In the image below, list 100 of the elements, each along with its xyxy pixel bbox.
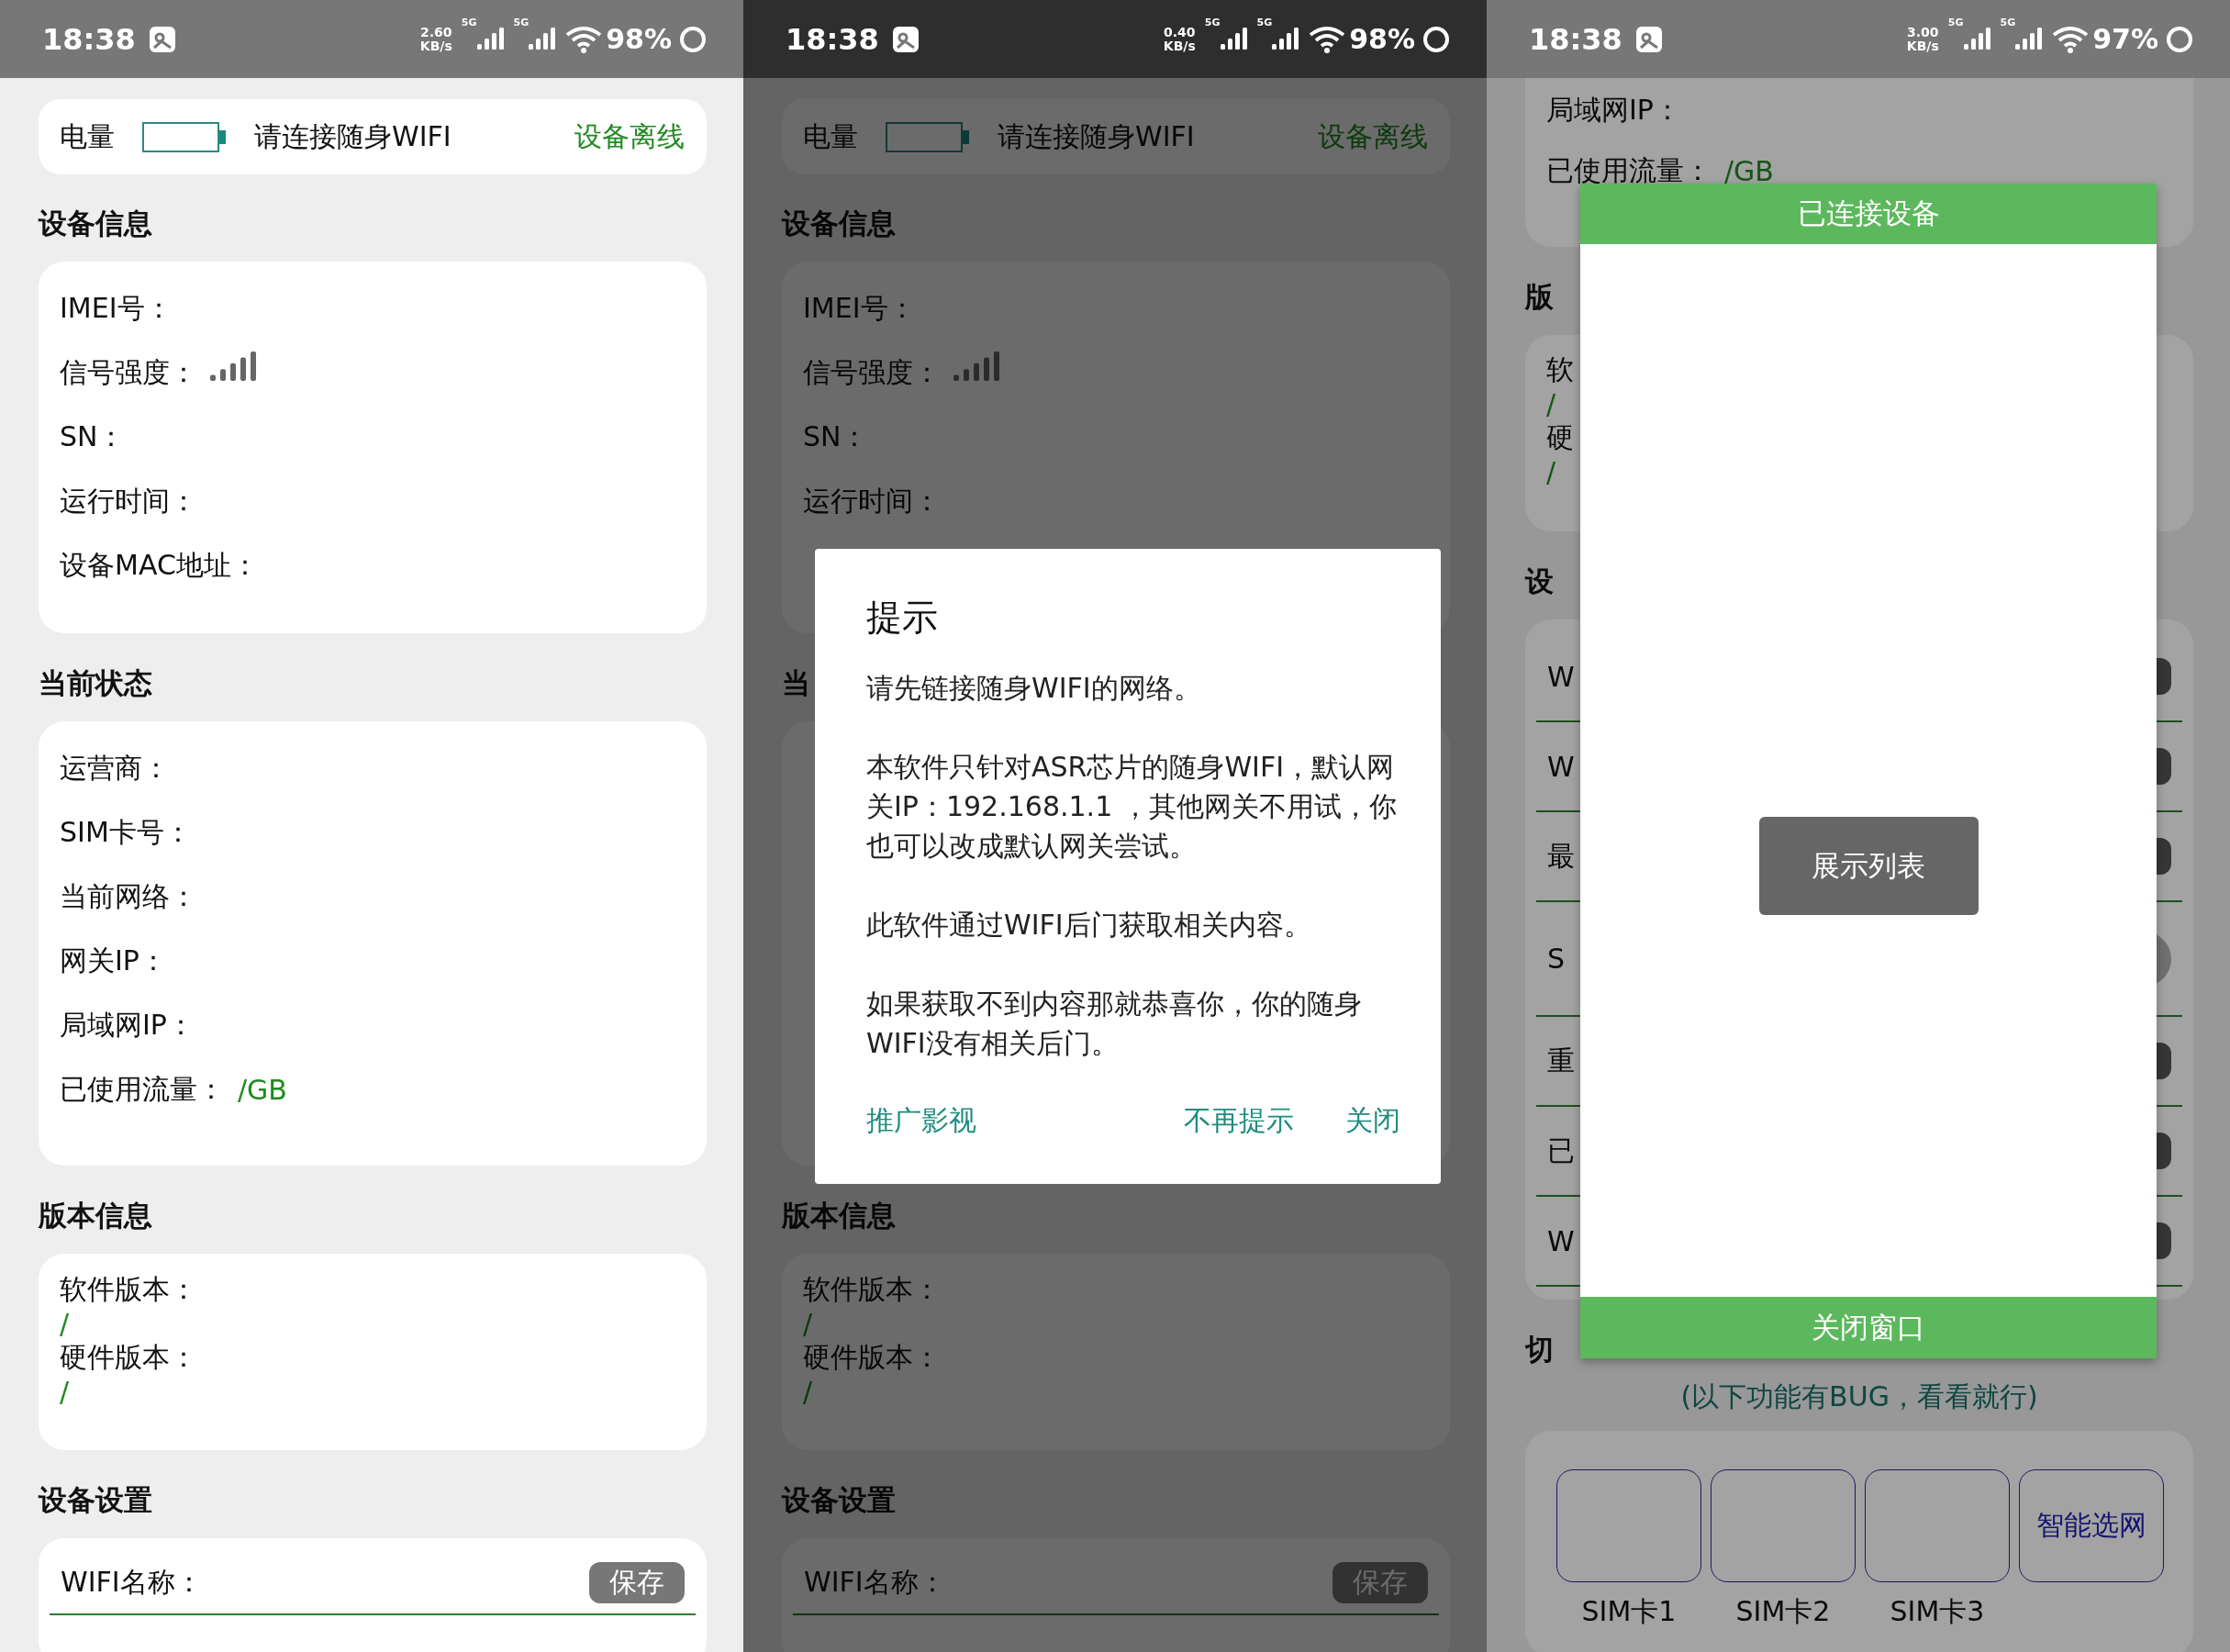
connect-message: 请连接随身WIFI — [254, 118, 452, 154]
field-label: 已 — [1547, 1133, 1575, 1168]
field-label: 已使用流量： — [60, 1071, 225, 1107]
field-label: 软 — [1546, 352, 1574, 387]
field-value: / — [803, 1308, 813, 1340]
field-value: / — [60, 1308, 70, 1340]
gallery-icon — [891, 25, 920, 53]
field-value: / — [1546, 456, 1556, 488]
network-speed: 0.40 KB/s — [1163, 25, 1196, 53]
sim-slot-button[interactable] — [1556, 1469, 1701, 1582]
section-title: 版 — [1525, 279, 1554, 315]
field-label: 设备MAC地址： — [60, 547, 259, 583]
network-speed: 2.60 KB/s — [419, 25, 452, 53]
battery-icon — [142, 121, 227, 152]
sim-label: SIM卡1 — [1581, 1594, 1677, 1629]
network-type: 5G — [1947, 17, 1964, 28]
field-label: SN： — [60, 419, 126, 454]
field-label: WIFI名称： — [804, 1564, 946, 1600]
close-window-button[interactable]: 关闭窗口 — [1580, 1297, 2157, 1358]
section-title: 当前状态 — [39, 665, 152, 701]
section-title: 版本信息 — [782, 1198, 896, 1233]
field-label: 运行时间： — [60, 483, 197, 519]
ring-icon — [1422, 25, 1450, 53]
status-time: 18:38 — [786, 21, 879, 57]
field-label: 硬 — [1546, 420, 1574, 455]
field-label: S — [1547, 943, 1566, 975]
dialog-text: 如果获取不到内容那就恭喜你，你的随身WIFI没有相关后门。 — [866, 987, 1363, 1061]
show-list-button[interactable]: 展示列表 — [1758, 817, 1979, 915]
dialog-text: 请先链接随身WIFI的网络。 — [866, 671, 1202, 706]
dialog-title: 提示 — [866, 596, 939, 640]
dialog-button[interactable]: 不再提示 — [1184, 1102, 1294, 1140]
battery-percent: 97% — [2092, 23, 2158, 55]
field-label: SIM卡号： — [60, 814, 192, 850]
sim-label: SIM卡3 — [1890, 1594, 1985, 1629]
field-label: 当前网络： — [60, 878, 197, 914]
battery-percent: 98% — [1349, 23, 1415, 55]
section-title: 设 — [1525, 564, 1554, 599]
battery-percent: 98% — [606, 23, 672, 55]
gallery-icon — [148, 25, 176, 53]
smart-select-button[interactable]: 智能选网 — [2019, 1469, 2164, 1582]
field-label: W — [1547, 750, 1575, 783]
battery-label: 电量 — [803, 118, 858, 154]
status-time: 18:38 — [42, 21, 136, 57]
dialog-header: 已连接设备 — [1580, 184, 2157, 244]
field-label: 网关IP： — [60, 943, 167, 978]
field-label: 运行时间： — [803, 483, 941, 519]
network-type: 5G — [2000, 17, 2016, 28]
field-label: IMEI号： — [60, 290, 173, 326]
dialog-button[interactable]: 关闭 — [1345, 1102, 1400, 1140]
field-label: 信号强度： — [803, 354, 941, 390]
network-type: 5G — [1256, 17, 1273, 28]
wifi-icon — [565, 25, 603, 53]
section-title: 设备信息 — [782, 206, 896, 241]
network-type: 5G — [1204, 17, 1221, 28]
field-label: 硬件版本： — [60, 1340, 197, 1375]
device-status: 设备离线 — [1318, 118, 1428, 154]
field-label: 最 — [1547, 838, 1575, 874]
section-title: 版本信息 — [39, 1198, 152, 1233]
field-label: WIFI名称： — [61, 1564, 203, 1600]
sim-slot-button[interactable] — [1711, 1469, 1856, 1582]
field-label: 硬件版本： — [803, 1340, 941, 1375]
dialog-button[interactable]: 推广影视 — [866, 1102, 976, 1140]
network-type: 5G — [513, 17, 530, 28]
section-title: 当 — [782, 665, 810, 701]
sim-label: SIM卡2 — [1735, 1594, 1831, 1629]
dialog-text: 此软件通过WIFI后门获取相关内容。 — [866, 908, 1312, 943]
field-label: 重 — [1547, 1043, 1575, 1078]
field-value: / — [1546, 388, 1556, 420]
device-status: 设备离线 — [574, 118, 685, 154]
field-label: 软件版本： — [60, 1272, 197, 1307]
section-title: 设备设置 — [39, 1482, 152, 1518]
sim-slot-button[interactable] — [1865, 1469, 2010, 1582]
dialog-text: 本软件只针对ASR芯片的随身WIFI，默认网关IP：192.168.1.1 ，其他网关不用试，你也可以改成默认网关尝试。 — [866, 750, 1398, 864]
field-label: W — [1547, 1224, 1575, 1257]
ring-icon — [2166, 25, 2193, 53]
field-label: IMEI号： — [803, 290, 916, 326]
section-title: 切 — [1525, 1332, 1554, 1367]
status-time: 18:38 — [1529, 21, 1622, 57]
field-label: 软件版本： — [803, 1272, 941, 1307]
field-label: SN： — [803, 419, 869, 454]
section-title: 设备信息 — [39, 206, 152, 241]
wifi-icon — [2052, 25, 2090, 53]
section-title: 设备设置 — [782, 1482, 896, 1518]
field-value: / — [60, 1376, 70, 1408]
save-button[interactable]: 保存 — [589, 1561, 685, 1603]
wifi-icon — [1309, 25, 1346, 53]
ring-icon — [679, 25, 707, 53]
warning-note: (以下功能有BUG，看看就行) — [1679, 1379, 2039, 1414]
connect-message: 请连接随身WIFI — [998, 118, 1196, 154]
field-label: 局域网IP： — [1546, 92, 1681, 128]
field-label: W — [1547, 660, 1575, 693]
battery-icon — [886, 121, 970, 152]
field-label: 局域网IP： — [60, 1007, 195, 1043]
field-label: 信号强度： — [60, 354, 197, 390]
battery-label: 电量 — [60, 118, 115, 154]
field-label: 运营商： — [60, 750, 170, 786]
network-speed: 3.00 KB/s — [1906, 25, 1939, 53]
gallery-icon — [1634, 25, 1663, 53]
field-value: / — [803, 1376, 813, 1408]
network-type: 5G — [461, 17, 477, 28]
